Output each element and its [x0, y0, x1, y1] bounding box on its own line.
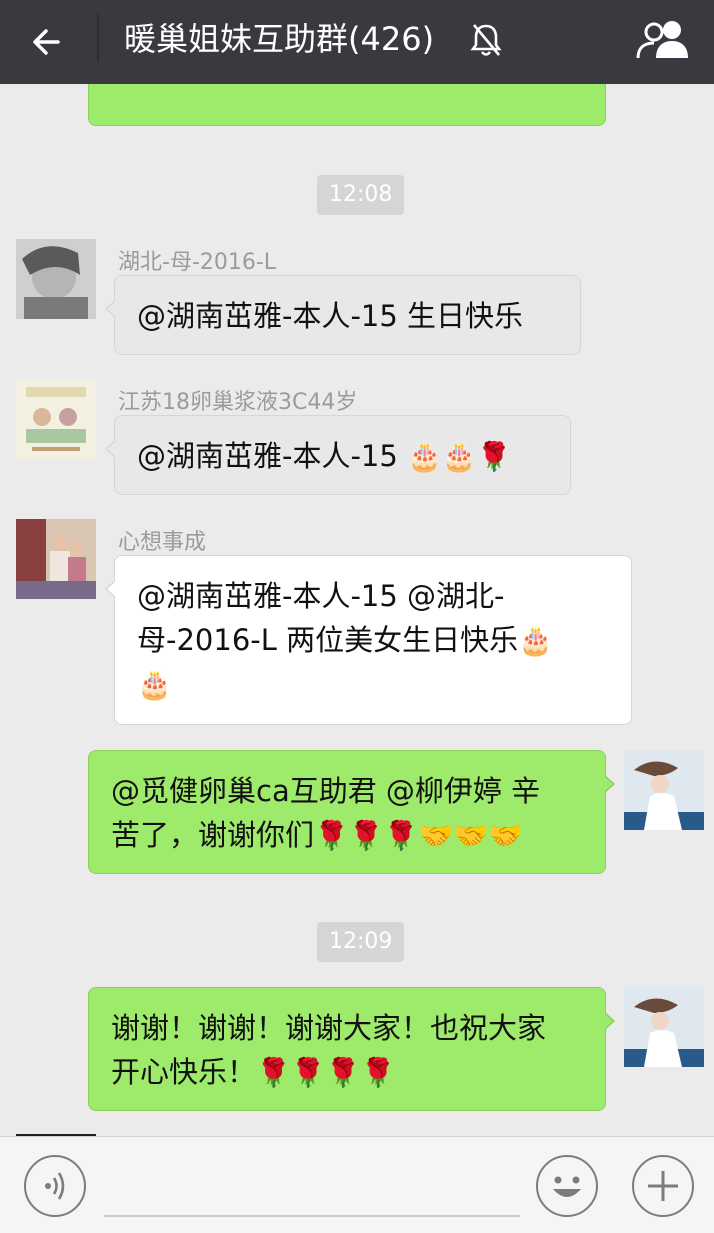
input-toolbar: [0, 1136, 714, 1233]
title-bar: 暖巢姐妹互助群(426): [0, 0, 714, 84]
rose-emoji: 🌹🌹🌹🌹: [256, 1056, 396, 1089]
back-button[interactable]: [24, 16, 76, 68]
avatar-self[interactable]: [624, 987, 704, 1067]
message-text-line: 母-2016-L 两位美女生日快乐: [137, 623, 519, 657]
cake-emoji: 🎂: [518, 624, 553, 657]
more-button[interactable]: [632, 1155, 694, 1217]
sender-name: 湖北-母-2016-L: [118, 250, 277, 275]
emoji-button[interactable]: [536, 1155, 598, 1217]
message-bubble-sent[interactable]: @觅健卵巢ca互助君 @柳伊婷 辛 苦了，谢谢你们🌹🌹🌹🤝🤝🤝: [88, 750, 615, 874]
message-text-line: @觅健卵巢ca互助君 @柳伊婷 辛: [111, 774, 541, 808]
message-text-line: 谢谢！谢谢！谢谢大家！也祝大家: [111, 1011, 547, 1045]
cake-emoji: 🎂: [137, 668, 172, 701]
rose-handshake-emoji: 🌹🌹🌹🤝🤝🤝: [314, 819, 524, 852]
title-divider: [97, 14, 99, 62]
emoji-face-icon: [553, 1176, 581, 1197]
chat-title: 暖巢姐妹互助群(426): [124, 20, 435, 58]
message-text-line: 苦了，谢谢你们: [111, 818, 315, 852]
message-input[interactable]: [104, 1215, 520, 1217]
sender-name: 心想事成: [118, 530, 207, 555]
cake-rose-emoji: 🎂🎂🌹: [407, 440, 512, 473]
message-text-line: 开心快乐！: [111, 1055, 257, 1089]
message-text-line: @湖南茁雅-本人-15 @湖北-: [137, 579, 505, 613]
timestamp-1208: 12:08: [317, 175, 405, 215]
avatar-jiangsu[interactable]: [16, 379, 96, 459]
plus-icon: [648, 1171, 678, 1201]
timestamp-1209: 12:09: [317, 922, 405, 962]
message-text: @湖南茁雅-本人-15: [137, 439, 408, 473]
message-bubble[interactable]: @湖南茁雅-本人-15 🎂🎂🌹: [105, 415, 571, 495]
avatar-xinxiang[interactable]: [16, 519, 96, 599]
message-list[interactable]: 乐！ 🌹🌹🌹🌹 12:08 湖北-母-2016-L @湖南茁雅-本人-15 生日…: [0, 84, 714, 1136]
group-members-icon: [636, 21, 688, 59]
voice-button[interactable]: [24, 1155, 86, 1217]
message-bubble[interactable]: @湖南茁雅-本人-15 @湖北- 母-2016-L 两位美女生日快乐🎂 🎂: [105, 555, 632, 725]
message-bubble-partial[interactable]: 乐！ 🌹🌹🌹🌹: [88, 84, 606, 126]
message-text: @湖南茁雅-本人-15 生日快乐: [137, 299, 524, 333]
bell-muted-icon: [468, 20, 504, 60]
message-bubble[interactable]: @湖南茁雅-本人-15 生日快乐: [105, 275, 581, 355]
voice-input-icon: [45, 1172, 65, 1200]
avatar-hubei[interactable]: [16, 239, 96, 319]
message-bubble-sent[interactable]: 谢谢！谢谢！谢谢大家！也祝大家 开心快乐！🌹🌹🌹🌹: [88, 987, 615, 1111]
avatar-self[interactable]: [624, 750, 704, 830]
group-members-button[interactable]: [632, 16, 696, 66]
back-arrow-icon: [33, 29, 60, 55]
sender-name: 江苏18卵巢浆液3C44岁: [118, 390, 358, 415]
